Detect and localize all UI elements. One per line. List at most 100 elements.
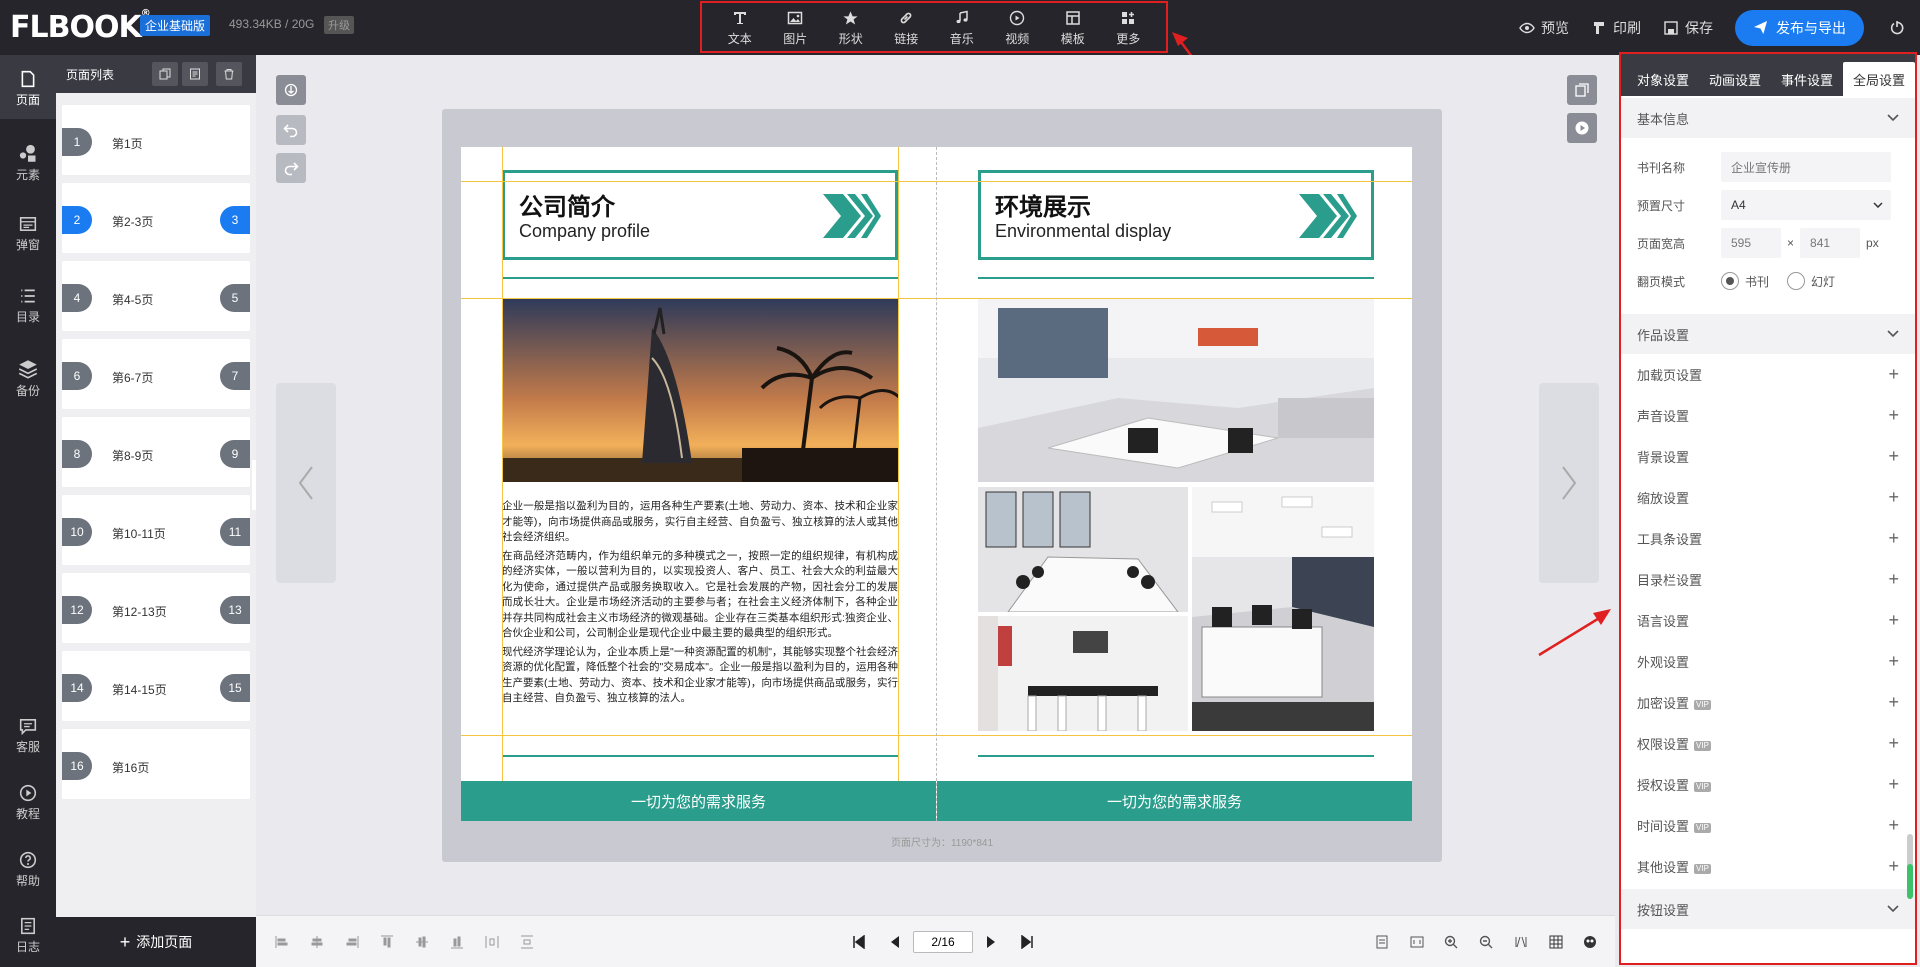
section-basic-info[interactable]: 基本信息 bbox=[1621, 98, 1915, 138]
layer-toggle-button[interactable] bbox=[276, 75, 306, 105]
page-thumbnail[interactable]: 16 第16页 bbox=[62, 729, 250, 799]
grid-icon[interactable] bbox=[1548, 934, 1564, 950]
theme-icon[interactable] bbox=[1582, 934, 1598, 950]
nav-help[interactable]: 帮助 bbox=[0, 851, 56, 889]
page-thumbnail[interactable]: 4 第4-5页 5 bbox=[62, 261, 250, 331]
settings-item[interactable]: 时间设置 VIP + bbox=[1621, 805, 1915, 846]
preset-size-select[interactable]: A4 bbox=[1721, 190, 1891, 220]
tool-template[interactable]: 模板 bbox=[1048, 7, 1098, 47]
tab-object-settings[interactable]: 对象设置 bbox=[1627, 62, 1699, 96]
section-work-settings[interactable]: 作品设置 bbox=[1621, 314, 1915, 354]
settings-item[interactable]: 背景设置 + bbox=[1621, 436, 1915, 477]
print-button[interactable]: 印刷 bbox=[1591, 18, 1641, 38]
settings-item[interactable]: 语言设置 + bbox=[1621, 600, 1915, 641]
left-page[interactable]: 公司简介 Company profile 企业一般是指以盈利为目的，运用各种生产… bbox=[461, 147, 936, 821]
copy-page-button[interactable] bbox=[152, 62, 178, 86]
section-button-settings[interactable]: 按钮设置 bbox=[1621, 889, 1915, 929]
book-name-input[interactable]: 企业宣传册 bbox=[1721, 152, 1891, 182]
prev-page-button[interactable] bbox=[883, 930, 907, 954]
page-settings-button[interactable] bbox=[182, 62, 208, 86]
plus-icon[interactable]: + bbox=[1888, 528, 1899, 549]
plus-icon[interactable]: + bbox=[1888, 774, 1899, 795]
tool-link[interactable]: 链接 bbox=[881, 7, 931, 47]
notes-icon[interactable] bbox=[1374, 934, 1390, 950]
next-page-button[interactable] bbox=[979, 930, 1003, 954]
app-logo[interactable]: FLBOOK® bbox=[10, 8, 151, 45]
nav-log[interactable]: 日志 bbox=[0, 917, 56, 955]
footer-band-left[interactable]: 一切为您的需求服务 bbox=[461, 781, 936, 821]
align-right-icon[interactable] bbox=[344, 934, 360, 950]
panel-scrollbar-thumb[interactable] bbox=[1907, 864, 1913, 899]
page-thumbnail[interactable]: 8 第8-9页 9 bbox=[62, 417, 250, 487]
settings-item[interactable]: 其他设置 VIP + bbox=[1621, 846, 1915, 887]
photo-office-cubicles[interactable] bbox=[978, 298, 1374, 482]
align-middle-icon[interactable] bbox=[414, 934, 430, 950]
align-center-icon[interactable] bbox=[309, 934, 325, 950]
fit-page-icon[interactable] bbox=[1409, 934, 1425, 950]
plus-icon[interactable]: + bbox=[1888, 487, 1899, 508]
plus-icon[interactable]: + bbox=[1888, 610, 1899, 631]
nav-tutorial[interactable]: 教程 bbox=[0, 784, 56, 822]
preview-button[interactable]: 预览 bbox=[1519, 18, 1569, 38]
settings-item[interactable]: 目录栏设置 + bbox=[1621, 559, 1915, 600]
title-box-left[interactable]: 公司简介 Company profile bbox=[502, 170, 898, 260]
settings-item[interactable]: 声音设置 + bbox=[1621, 395, 1915, 436]
nav-element[interactable]: 元素 bbox=[0, 143, 56, 183]
save-button[interactable]: 保存 bbox=[1663, 18, 1713, 38]
distribute-vertical-icon[interactable] bbox=[519, 934, 535, 950]
tool-shape[interactable]: 形状 bbox=[826, 7, 876, 47]
page-thumbnail[interactable]: 12 第12-13页 13 bbox=[62, 573, 250, 643]
zoom-out-icon[interactable] bbox=[1478, 934, 1494, 950]
distribute-horizontal-icon[interactable] bbox=[484, 934, 500, 950]
settings-item[interactable]: 工具条设置 + bbox=[1621, 518, 1915, 559]
nav-toc[interactable]: 目录 bbox=[0, 287, 56, 325]
book-spread[interactable]: 公司简介 Company profile 企业一般是指以盈利为目的，运用各种生产… bbox=[461, 147, 1412, 821]
tab-global-settings[interactable]: 全局设置 bbox=[1843, 62, 1915, 96]
page-thumbnail[interactable]: 6 第6-7页 7 bbox=[62, 339, 250, 409]
next-page-arrow[interactable] bbox=[1539, 383, 1599, 583]
flip-book-radio[interactable] bbox=[1721, 272, 1739, 290]
first-page-button[interactable] bbox=[847, 930, 871, 954]
tool-video[interactable]: 视频 bbox=[992, 7, 1042, 47]
nav-service[interactable]: 客服 bbox=[0, 717, 56, 755]
page-thumbnail[interactable]: 1 第1页 bbox=[62, 105, 250, 175]
plus-icon[interactable]: + bbox=[1888, 856, 1899, 877]
plus-icon[interactable]: + bbox=[1888, 815, 1899, 836]
power-icon[interactable] bbox=[1882, 20, 1912, 36]
plus-icon[interactable]: + bbox=[1888, 733, 1899, 754]
page-number-input[interactable] bbox=[913, 931, 973, 953]
plus-icon[interactable]: + bbox=[1888, 405, 1899, 426]
plus-icon[interactable]: + bbox=[1888, 364, 1899, 385]
align-top-icon[interactable] bbox=[379, 934, 395, 950]
nav-popup[interactable]: 弹窗 bbox=[0, 215, 56, 253]
publish-export-button[interactable]: 发布与导出 bbox=[1735, 9, 1864, 46]
undo-button[interactable] bbox=[276, 115, 306, 145]
guides-icon[interactable] bbox=[1513, 934, 1529, 950]
last-page-button[interactable] bbox=[1015, 930, 1039, 954]
align-left-icon[interactable] bbox=[274, 934, 290, 950]
page-width-input[interactable]: 595 bbox=[1721, 228, 1781, 258]
add-page-button[interactable]: + 添加页面 bbox=[56, 917, 256, 967]
plus-icon[interactable]: + bbox=[1888, 692, 1899, 713]
align-bottom-icon[interactable] bbox=[449, 934, 465, 950]
upgrade-button[interactable]: 升级 bbox=[324, 16, 354, 34]
title-box-right[interactable]: 环境展示 Environmental display bbox=[978, 170, 1374, 260]
prev-page-arrow[interactable] bbox=[276, 383, 336, 583]
play-preview-button[interactable] bbox=[1567, 113, 1597, 143]
delete-page-button[interactable] bbox=[216, 62, 242, 86]
settings-item[interactable]: 授权设置 VIP + bbox=[1621, 764, 1915, 805]
photo-meeting-room[interactable] bbox=[978, 616, 1188, 731]
photo-burj-al-arab[interactable] bbox=[502, 298, 898, 482]
page-thumbnail[interactable]: 2 第2-3页 3 bbox=[62, 183, 250, 253]
flip-slide-radio[interactable] bbox=[1787, 272, 1806, 290]
zoom-in-icon[interactable] bbox=[1443, 934, 1459, 950]
page-height-input[interactable]: 841 bbox=[1800, 228, 1861, 258]
tool-music[interactable]: 音乐 bbox=[937, 7, 987, 47]
settings-item[interactable]: 外观设置 + bbox=[1621, 641, 1915, 682]
right-page[interactable]: 环境展示 Environmental display bbox=[937, 147, 1412, 821]
tool-more[interactable]: 更多 bbox=[1103, 7, 1153, 47]
photo-conference-room[interactable] bbox=[978, 487, 1188, 612]
photo-open-office[interactable] bbox=[1192, 487, 1374, 731]
tool-image[interactable]: 图片 bbox=[770, 7, 820, 47]
add-layer-button[interactable] bbox=[1567, 75, 1597, 105]
